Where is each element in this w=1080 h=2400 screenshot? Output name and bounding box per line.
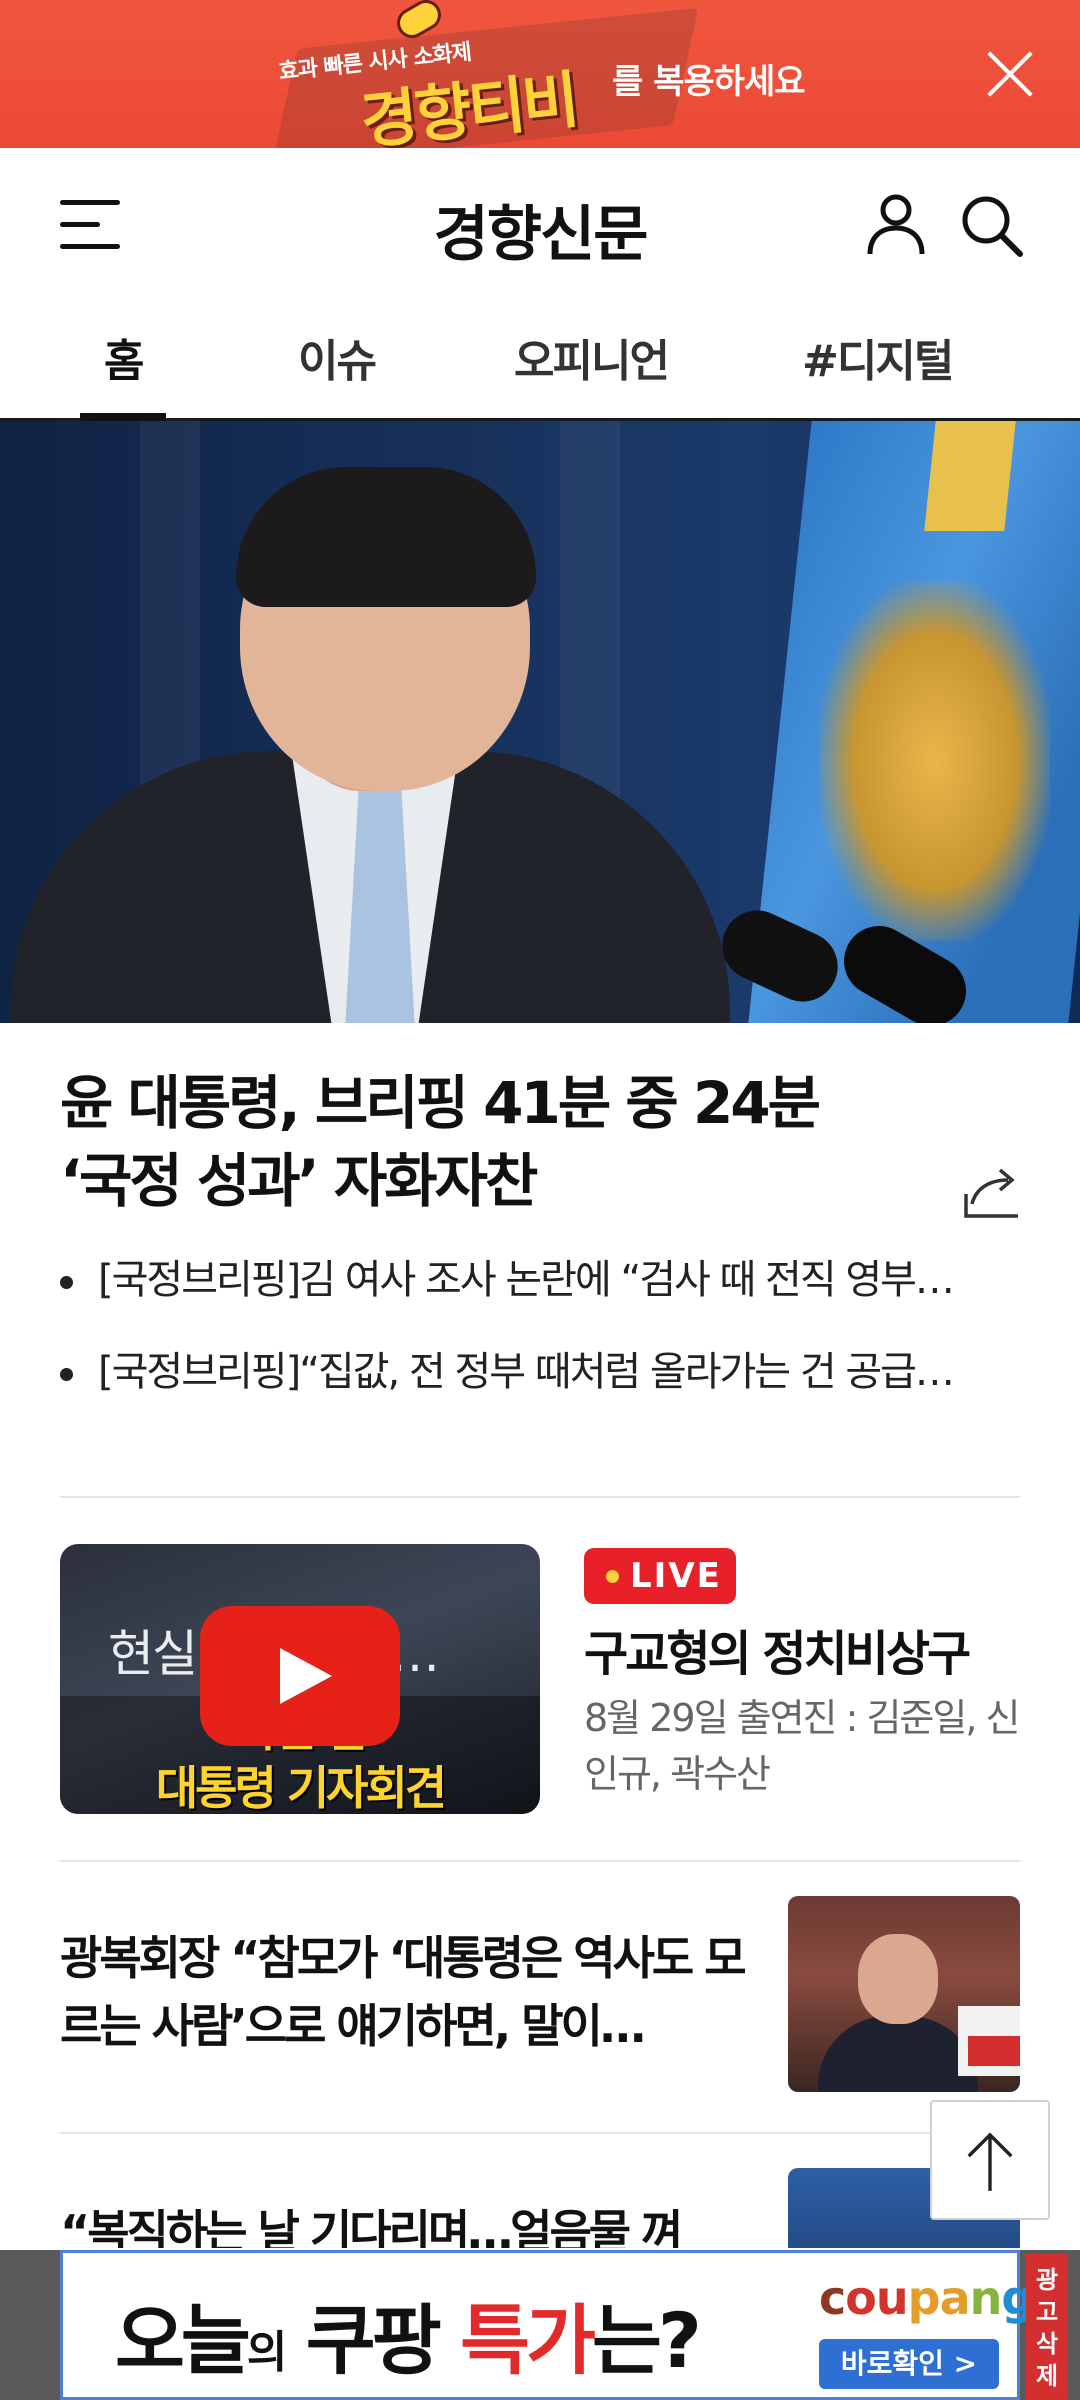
- close-icon[interactable]: [984, 48, 1036, 100]
- ad-content[interactable]: 오늘의 쿠팡 특가는? coupang 바로확인 >: [60, 2250, 1034, 2400]
- headline-line-2: ‘국정 성과’ 자화자찬: [60, 1147, 538, 1215]
- related-article-link[interactable]: [국정브리핑]김 여사 조사 논란에 “검사 때 전직 영부…: [60, 1252, 1020, 1344]
- news-title[interactable]: “복직하는 날 기다리며…얼음물 껴: [60, 2196, 760, 2248]
- tab-bar: 홈 이슈 오피니언 #디지털: [0, 303, 1080, 421]
- related-articles: [국정브리핑]김 여사 조사 논란에 “검사 때 전직 영부… [국정브리핑]“…: [60, 1252, 1020, 1436]
- news-title[interactable]: 광복회장 “참모가 ‘대통령은 역사도 모르는 사람’으로 얘기하면, 말이…: [60, 1924, 760, 2060]
- play-icon[interactable]: [200, 1606, 400, 1746]
- tab-home[interactable]: 홈: [79, 325, 168, 421]
- main-headline[interactable]: 윤 대통령, 브리핑 41분 중 24분 ‘국정 성과’ 자화자찬: [60, 1064, 940, 1220]
- banner-tail-text: 를 복용하세요: [612, 62, 806, 102]
- scroll-top-button[interactable]: [930, 2100, 1050, 2220]
- ad-headline: 오늘의 쿠팡 특가는?: [115, 2296, 702, 2385]
- headline-line-1: 윤 대통령, 브리핑 41분 중 24분: [60, 1069, 821, 1137]
- related-article-link[interactable]: [국정브리핑]“집값, 전 정부 때처럼 올라가는 건 공급…: [60, 1344, 1020, 1436]
- tab-issue[interactable]: 이슈: [298, 325, 377, 421]
- user-icon[interactable]: [866, 192, 926, 258]
- site-header: 경향신문: [0, 148, 1080, 303]
- share-icon[interactable]: [962, 1164, 1022, 1220]
- ad-cta-button[interactable]: 바로확인 >: [819, 2339, 999, 2389]
- live-badge: LIVE: [584, 1548, 736, 1604]
- news-thumbnail[interactable]: [788, 1896, 1020, 2092]
- divider: [60, 2132, 1020, 2134]
- coupang-logo: coupang: [819, 2271, 1034, 2325]
- divider: [60, 1860, 1020, 1862]
- tab-digital[interactable]: #디지털: [802, 325, 954, 421]
- tab-opinion[interactable]: 오피니언: [514, 325, 670, 421]
- divider: [60, 1496, 1020, 1498]
- ad-remove-button[interactable]: 광고삭제: [1026, 2254, 1068, 2400]
- bottom-ad-banner[interactable]: 오늘의 쿠팡 특가는? coupang 바로확인 >: [0, 2250, 1080, 2400]
- thumb-caption: 대통령 기자회견: [155, 1761, 447, 1814]
- video-title[interactable]: 구교형의 정치비상구: [584, 1614, 1024, 1684]
- video-description: 8월 29일 출연진 : 김준일, 신인규, 곽수산: [584, 1696, 1020, 1796]
- top-promo-banner[interactable]: 효과 빠른 시사 소화제 경향티비 를 복용하세요: [0, 0, 1080, 148]
- search-icon[interactable]: [958, 192, 1024, 258]
- hero-image[interactable]: [0, 421, 1080, 1023]
